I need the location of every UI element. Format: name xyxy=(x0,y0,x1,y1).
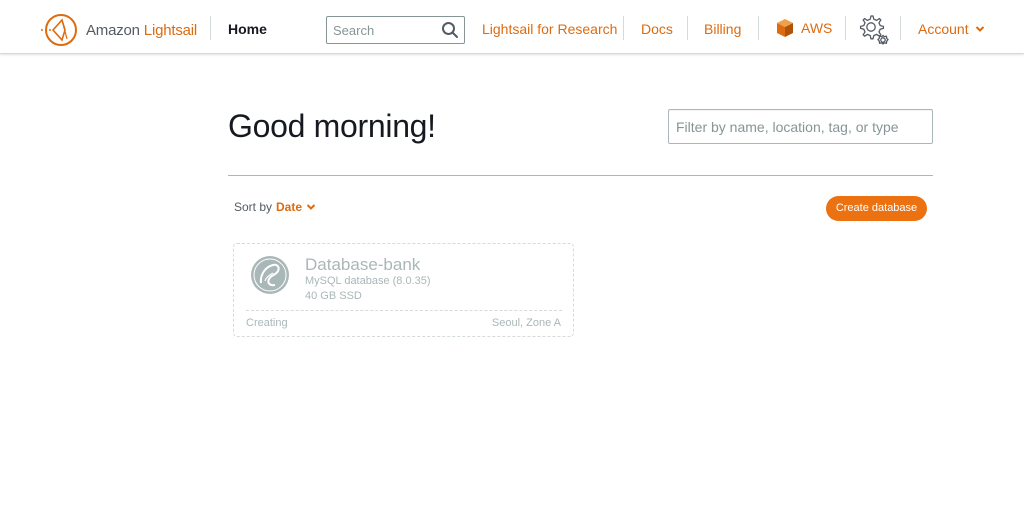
sort-value: Date xyxy=(276,200,303,214)
aws-link-label: AWS xyxy=(801,20,833,36)
nav-divider xyxy=(900,16,901,40)
nav-divider xyxy=(845,16,846,40)
nav-divider xyxy=(758,16,759,40)
database-location: Seoul, Zone A xyxy=(491,317,561,329)
card-divider xyxy=(246,310,562,311)
mysql-database-icon xyxy=(251,256,289,294)
search-input[interactable] xyxy=(327,17,437,43)
home-link[interactable]: Home xyxy=(228,21,267,37)
sort-dropdown[interactable]: Sort by Date xyxy=(234,200,316,214)
section-divider xyxy=(228,175,933,176)
nav-divider xyxy=(623,16,624,40)
top-navigation-bar: Amazon Lightsail Home Lightsail for Rese… xyxy=(0,0,1024,54)
brand-product: Lightsail xyxy=(143,21,198,39)
lightsail-logo-icon xyxy=(41,14,77,46)
account-label: Account xyxy=(918,21,969,37)
lightsail-for-research-link[interactable]: Lightsail for Research xyxy=(482,21,617,37)
page-greeting: Good morning! xyxy=(228,108,436,144)
nav-divider xyxy=(210,16,211,40)
brand-prefix: Amazon xyxy=(86,21,140,39)
docs-link[interactable]: Docs xyxy=(641,21,673,37)
lightsail-logo[interactable]: Amazon Lightsail xyxy=(40,13,197,47)
create-database-button[interactable]: Create database xyxy=(826,196,927,221)
sort-label: Sort by xyxy=(234,200,273,214)
database-name[interactable]: Database-bank xyxy=(305,255,420,275)
database-card[interactable]: Database-bank MySQL database (8.0.35) 40… xyxy=(233,243,574,337)
gear-icon[interactable] xyxy=(856,12,892,48)
nav-divider xyxy=(687,16,688,40)
chevron-down-icon xyxy=(975,26,984,32)
account-menu[interactable]: Account xyxy=(918,21,985,37)
database-status: Creating xyxy=(246,317,288,329)
billing-link[interactable]: Billing xyxy=(704,21,741,37)
search-box xyxy=(326,16,465,44)
search-icon[interactable] xyxy=(441,21,459,39)
chevron-down-icon xyxy=(306,204,316,210)
aws-console-link[interactable]: AWS xyxy=(775,18,832,38)
aws-cube-icon xyxy=(777,19,793,37)
brand-name: Amazon Lightsail xyxy=(86,22,197,39)
filter-input[interactable] xyxy=(668,109,933,144)
database-storage: 40 GB SSD xyxy=(305,290,362,302)
database-engine: MySQL database (8.0.35) xyxy=(305,275,431,287)
